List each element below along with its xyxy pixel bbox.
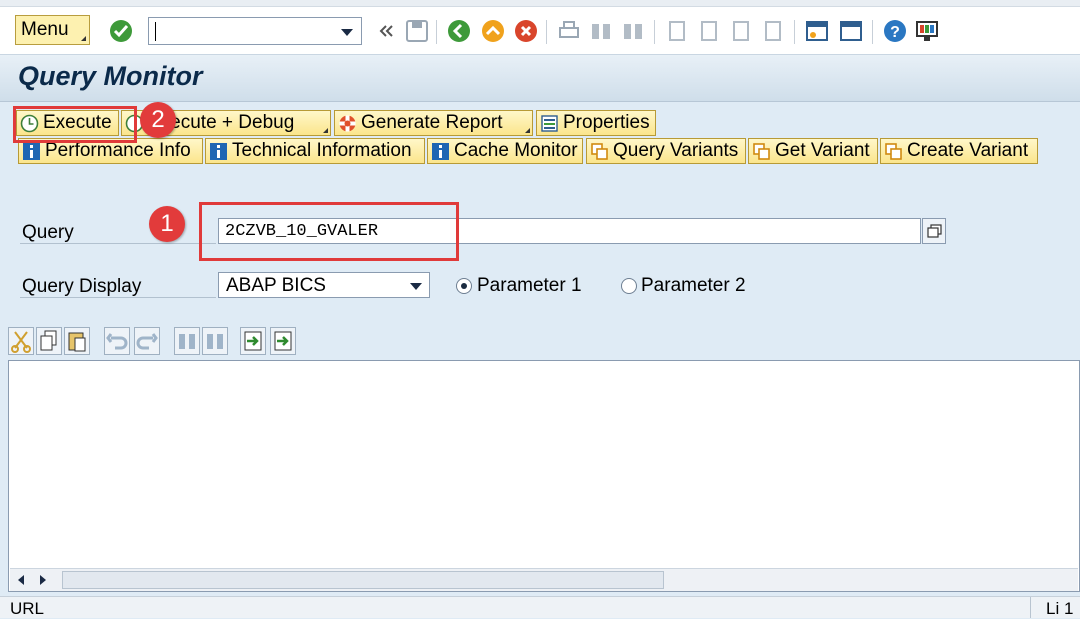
cut-icon[interactable] <box>8 327 34 355</box>
get-variant-button[interactable]: Get Variant <box>748 138 878 164</box>
export-icon[interactable] <box>270 327 296 355</box>
create-variant-button[interactable]: Create Variant <box>880 138 1038 164</box>
menu-button[interactable]: Menu <box>15 15 90 45</box>
parameter-2-radio[interactable] <box>621 278 637 294</box>
first-page-icon[interactable] <box>664 18 690 44</box>
technical-information-button[interactable]: Technical Information <box>205 138 425 164</box>
find-next-icon[interactable] <box>620 18 646 44</box>
undo-icon[interactable] <box>104 327 130 355</box>
query-variants-button[interactable]: Query Variants <box>586 138 746 164</box>
cancel-icon[interactable] <box>513 18 539 44</box>
annotation-badge-1: 1 <box>149 206 185 242</box>
query-display-label: Query Display <box>22 276 142 297</box>
collapse-left-icon[interactable] <box>372 18 398 44</box>
cache-monitor-label: Cache Monitor <box>454 140 578 161</box>
print-icon[interactable] <box>556 18 582 44</box>
system-toolbar: Menu ? <box>0 0 1080 55</box>
status-line: Li 1 <box>1046 599 1074 618</box>
annotation-badge-2: 2 <box>140 102 176 138</box>
status-bar: URL Li 1 <box>0 596 1080 618</box>
info-icon <box>210 143 227 160</box>
chevron-down-icon[interactable] <box>410 283 422 290</box>
annotation-box-query <box>199 202 459 261</box>
generate-report-label: Generate Report <box>361 112 503 133</box>
paste-icon[interactable] <box>64 327 90 355</box>
find-icon[interactable] <box>174 327 200 355</box>
parameter-2-label: Parameter 2 <box>641 275 746 296</box>
parameter-1-label: Parameter 1 <box>477 275 582 296</box>
page-title: Query Monitor <box>18 61 203 91</box>
query-display-value: ABAP BICS <box>226 275 326 296</box>
copy-window-icon <box>927 224 942 238</box>
annotation-box-execute <box>13 106 137 143</box>
help-icon[interactable]: ? <box>882 18 908 44</box>
find-icon[interactable] <box>588 18 614 44</box>
generate-report-button[interactable]: Generate Report <box>334 110 533 136</box>
query-display-select[interactable]: ABAP BICS <box>218 272 430 298</box>
status-url: URL <box>10 599 45 618</box>
previous-page-icon[interactable] <box>696 18 722 44</box>
import-icon[interactable] <box>240 327 266 355</box>
get-variant-label: Get Variant <box>775 140 870 161</box>
enter-check-icon[interactable] <box>108 18 134 44</box>
find-replace-icon[interactable] <box>202 327 228 355</box>
title-bar: Query Monitor <box>0 55 1080 102</box>
performance-info-label: Performance Info <box>45 140 191 161</box>
exit-icon[interactable] <box>480 18 506 44</box>
parameter-1-radio[interactable] <box>456 278 472 294</box>
save-icon[interactable] <box>404 18 430 44</box>
horizontal-scrollbar[interactable] <box>10 568 1078 591</box>
svg-text:?: ? <box>890 24 900 41</box>
shortcut-icon[interactable] <box>838 18 864 44</box>
query-variants-label: Query Variants <box>613 140 739 161</box>
query-label: Query <box>22 222 74 243</box>
customize-layout-icon[interactable] <box>914 18 940 44</box>
back-icon[interactable] <box>446 18 472 44</box>
properties-button[interactable]: Properties <box>536 110 656 136</box>
technical-information-label: Technical Information <box>232 140 412 161</box>
cache-monitor-button[interactable]: Cache Monitor <box>427 138 583 164</box>
copy-icon[interactable] <box>36 327 62 355</box>
variants-icon <box>591 143 608 160</box>
variants-icon <box>753 143 770 160</box>
lifebuoy-icon <box>339 115 356 132</box>
next-page-icon[interactable] <box>728 18 754 44</box>
variants-icon <box>885 143 902 160</box>
output-text-area[interactable] <box>8 360 1080 592</box>
properties-icon <box>541 115 558 132</box>
scroll-right-icon[interactable] <box>40 575 46 585</box>
menu-label: Menu <box>21 19 69 40</box>
create-variant-label: Create Variant <box>907 140 1029 161</box>
redo-icon[interactable] <box>134 327 160 355</box>
create-session-icon[interactable] <box>804 18 830 44</box>
chevron-down-icon[interactable] <box>341 29 353 36</box>
last-page-icon[interactable] <box>760 18 786 44</box>
value-help-button[interactable] <box>922 218 946 244</box>
scroll-left-icon[interactable] <box>18 575 24 585</box>
info-icon <box>432 143 449 160</box>
command-field[interactable] <box>148 17 362 45</box>
properties-label: Properties <box>563 112 650 133</box>
info-icon <box>23 143 40 160</box>
scroll-thumb[interactable] <box>62 571 664 589</box>
